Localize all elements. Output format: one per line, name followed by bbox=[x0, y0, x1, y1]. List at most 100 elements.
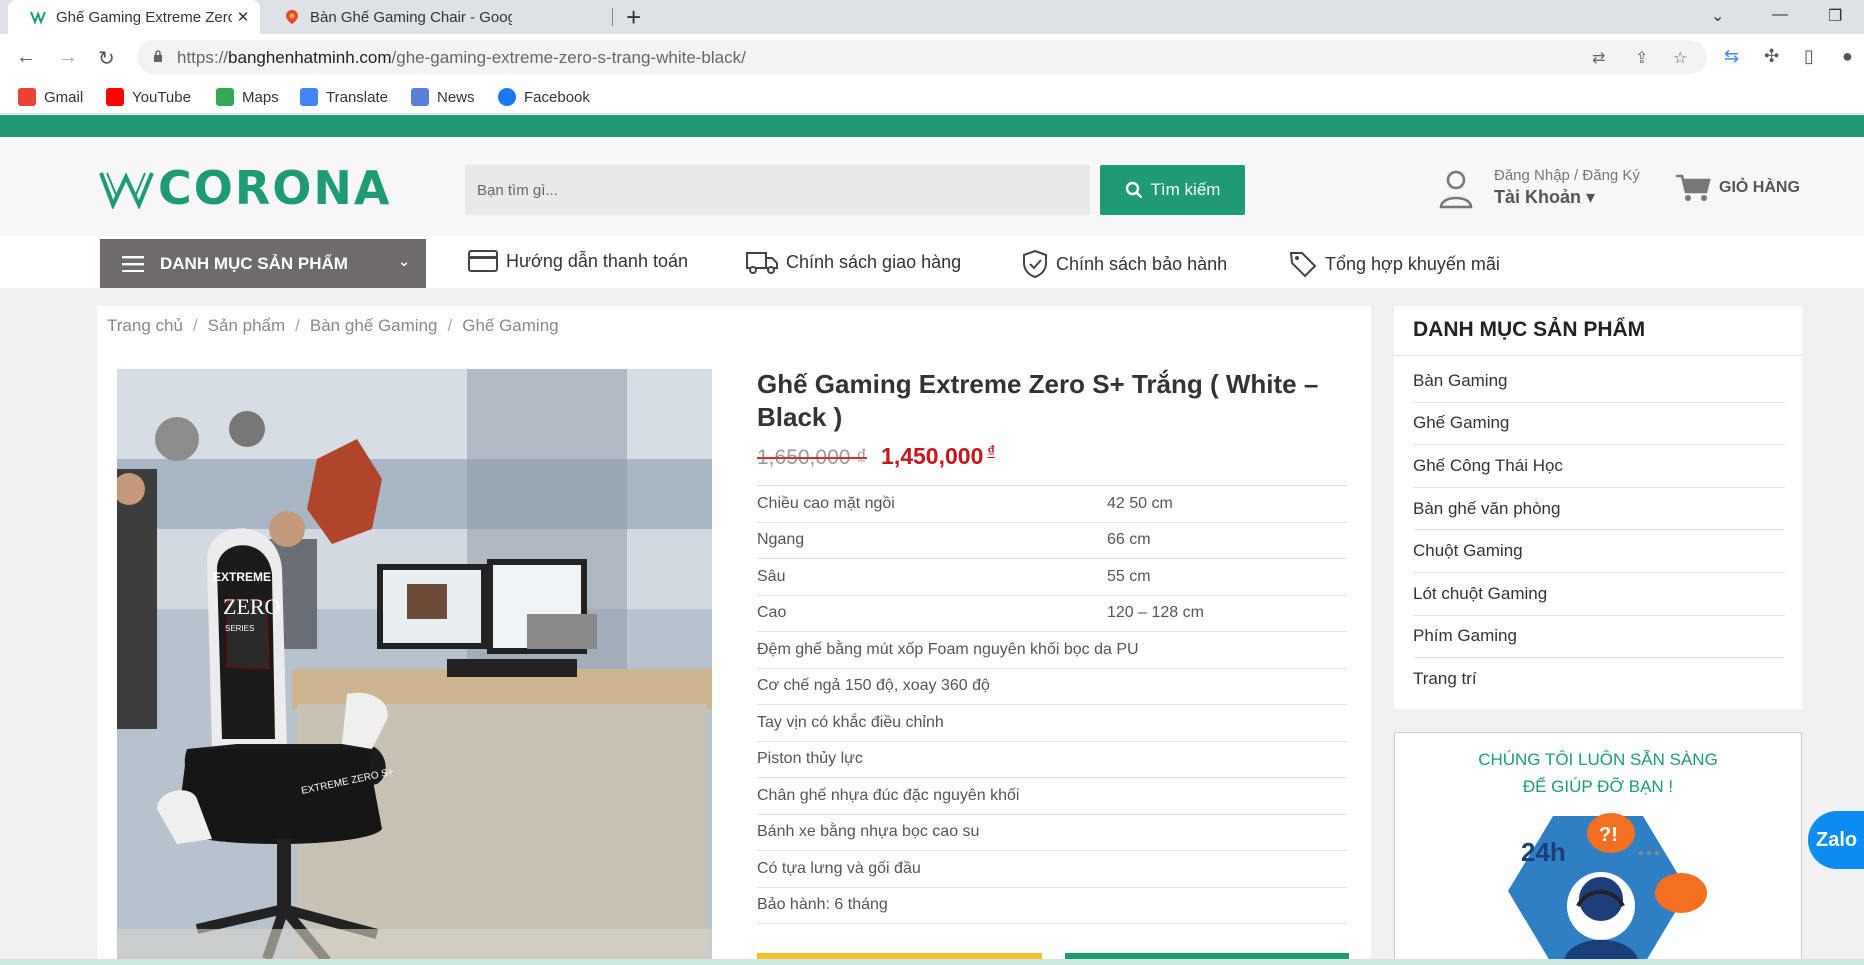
table-row: Bảo hành: 6 tháng bbox=[757, 888, 1347, 924]
breadcrumb-products[interactable]: Sản phẩm bbox=[208, 316, 286, 335]
category-sidebar: DANH MỤC SẢN PHẨM Bàn Gaming Ghế Gaming … bbox=[1394, 306, 1802, 709]
spec-key: Có tựa lưng và gối đầu bbox=[757, 859, 921, 877]
bottom-strip bbox=[0, 959, 1864, 965]
category-menu-button[interactable]: DANH MỤC SẢN PHẨM ⌄ bbox=[100, 239, 426, 288]
spec-key: Sâu bbox=[757, 567, 786, 585]
search-input[interactable] bbox=[465, 165, 1090, 215]
browser-tab-strip: Ghế Gaming Extreme Zero S+ Trắ ✕ Bàn Ghế… bbox=[0, 0, 1864, 34]
corona-logo[interactable]: CORONA bbox=[99, 161, 392, 215]
divider bbox=[1394, 355, 1802, 356]
bookmark-facebook[interactable]: Facebook bbox=[498, 88, 590, 106]
spec-key: Chiều cao mặt ngồi bbox=[757, 494, 895, 512]
reload-icon[interactable]: ↻ bbox=[98, 46, 115, 71]
hamburger-icon bbox=[122, 255, 144, 272]
sidebar-item-decor[interactable]: Trang trí bbox=[1413, 658, 1785, 701]
spec-value: 66 cm bbox=[1107, 531, 1151, 549]
bookmark-youtube[interactable]: YouTube bbox=[106, 88, 191, 106]
minimize-icon[interactable]: — bbox=[1772, 6, 1788, 24]
close-tab-icon[interactable]: ✕ bbox=[232, 8, 254, 26]
restore-window-icon[interactable]: ❐ bbox=[1828, 6, 1842, 26]
spec-key: Chân ghế nhựa đúc đặc nguyên khối bbox=[757, 786, 1020, 804]
chair-series-text: SERIES bbox=[225, 624, 254, 633]
tab-title: Ghế Gaming Extreme Zero S+ Trắ bbox=[56, 8, 232, 26]
nav-promotions[interactable]: Tổng hợp khuyến mãi bbox=[1289, 250, 1500, 278]
sidebar-item-gaming-mice[interactable]: Chuột Gaming bbox=[1413, 530, 1785, 573]
spec-key: Cơ chế ngả 150 độ, xoay 360 độ bbox=[757, 677, 990, 695]
nav-label: Hướng dẫn thanh toán bbox=[506, 250, 688, 271]
sidebar-heading: DANH MỤC SẢN PHẨM bbox=[1413, 318, 1646, 341]
chevron-down-icon: ⌄ bbox=[398, 253, 410, 269]
side-panel-icon[interactable]: ▯ bbox=[1804, 46, 1814, 67]
youtube-icon bbox=[106, 88, 124, 106]
sale-price: 1,450,000 ₫ bbox=[881, 443, 996, 469]
spec-key: Đệm ghế bằng mút xốp Foam nguyên khối bọ… bbox=[757, 640, 1139, 658]
bookmarks-bar: Gmail YouTube Maps Translate News Facebo… bbox=[0, 81, 1864, 114]
table-row: Bánh xe bằng nhựa bọc cao su bbox=[757, 815, 1347, 851]
nav-payment-guide[interactable]: Hướng dẫn thanh toán bbox=[468, 250, 688, 272]
bookmark-maps[interactable]: Maps bbox=[216, 88, 279, 106]
breadcrumb: Trang chủ / Sản phẩm / Bàn ghế Gaming / Ghế Ga… bbox=[107, 316, 559, 335]
nav-label: Chính sách bảo hành bbox=[1056, 253, 1228, 274]
sidebar-item-office-furniture[interactable]: Bàn ghế văn phòng bbox=[1413, 488, 1785, 531]
maps-icon bbox=[216, 88, 234, 106]
nav-shipping-policy[interactable]: Chính sách giao hàng bbox=[746, 250, 961, 274]
lock-icon bbox=[154, 50, 162, 62]
news-icon bbox=[411, 88, 429, 106]
nav-warranty-policy[interactable]: Chính sách bảo hành bbox=[1022, 250, 1227, 278]
translate-page-icon[interactable]: ⇄ bbox=[1592, 48, 1605, 68]
price-tag-icon bbox=[1289, 252, 1317, 278]
sidebar-item-gaming-desks[interactable]: Bàn Gaming bbox=[1413, 360, 1785, 403]
tab-title: Bàn Ghế Gaming Chair - Google bbox=[310, 8, 512, 26]
zalo-chat-button[interactable]: Zalo bbox=[1808, 811, 1864, 869]
bookmark-gmail[interactable]: Gmail bbox=[18, 88, 83, 106]
search-button[interactable]: Tìm kiếm bbox=[1100, 165, 1245, 215]
translate-icon bbox=[300, 88, 318, 106]
extensions-puzzle-icon[interactable]: ✣ bbox=[1764, 46, 1779, 67]
sidebar-item-mouse-pads[interactable]: Lót chuột Gaming bbox=[1413, 573, 1785, 616]
brand-name: CORONA bbox=[158, 161, 392, 215]
forward-arrow-icon[interactable]: → bbox=[58, 46, 78, 69]
login-register-link[interactable]: Đăng Nhập / Đăng Ký bbox=[1494, 167, 1640, 184]
google-translate-extension-icon[interactable]: ⇆ bbox=[1724, 46, 1739, 67]
delivery-truck-icon bbox=[746, 252, 778, 274]
product-image[interactable]: EXTREME ZERO SERIES EXTREME ZERO S+ bbox=[117, 369, 712, 965]
support-widget: CHÚNG TÔI LUÔN SẴN SÀNG ĐỂ GIÚP ĐỠ BẠN ! … bbox=[1394, 732, 1802, 965]
new-tab-plus-icon[interactable]: + bbox=[626, 4, 641, 30]
category-list: Bàn Gaming Ghế Gaming Ghế Công Thái Học … bbox=[1413, 360, 1785, 701]
profile-avatar-icon[interactable]: ● bbox=[1842, 46, 1853, 67]
chair-brand-text: EXTREME bbox=[213, 570, 271, 584]
breadcrumb-home[interactable]: Trang chủ bbox=[107, 316, 183, 335]
search-icon bbox=[1125, 181, 1142, 199]
address-bar[interactable]: https://banghenhatminh.com/ghe-gaming-ex… bbox=[137, 40, 1707, 74]
tab-search-chevron-icon[interactable]: ⌄ bbox=[1711, 6, 1724, 26]
tab-product-page[interactable]: Ghế Gaming Extreme Zero S+ Trắ ✕ bbox=[8, 0, 260, 34]
nav-label: Chính sách giao hàng bbox=[786, 251, 962, 272]
top-green-bar bbox=[0, 115, 1864, 137]
table-row: Ngang 66 cm bbox=[757, 523, 1347, 559]
bookmark-star-icon[interactable]: ☆ bbox=[1673, 48, 1687, 68]
tab-divider bbox=[612, 8, 613, 26]
sidebar-item-gaming-chairs[interactable]: Ghế Gaming bbox=[1413, 403, 1785, 446]
support-message: CHÚNG TÔI LUÔN SẴN SÀNG ĐỂ GIÚP ĐỠ BẠN ! bbox=[1478, 750, 1718, 796]
bookmark-translate[interactable]: Translate bbox=[300, 88, 388, 106]
breadcrumb-gaming-chairs[interactable]: Ghế Gaming bbox=[462, 316, 558, 335]
chair-logo-text: ZERO bbox=[223, 594, 280, 619]
back-arrow-icon[interactable]: ← bbox=[16, 46, 36, 69]
price-block: 1,650,000 ₫ 1,450,000 ₫ bbox=[757, 443, 995, 470]
account-label[interactable]: Tài Khoản ▾ bbox=[1494, 187, 1595, 208]
product-title: Ghế Gaming Extreme Zero S+ Trắng ( White… bbox=[757, 369, 1319, 432]
bookmark-news[interactable]: News bbox=[411, 88, 475, 106]
table-row: Có tựa lưng và gối đầu bbox=[757, 851, 1347, 888]
share-icon[interactable]: ⇪ bbox=[1635, 48, 1648, 68]
sidebar-item-ergonomic-chairs[interactable]: Ghế Công Thái Học bbox=[1413, 445, 1785, 488]
spec-value: 55 cm bbox=[1107, 567, 1151, 585]
badge-24h-text: 24h bbox=[1521, 837, 1566, 867]
main-navigation: DANH MỤC SẢN PHẨM ⌄ Hướng dẫn thanh toán… bbox=[0, 236, 1864, 288]
sidebar-item-gaming-keyboards[interactable]: Phím Gaming bbox=[1413, 616, 1785, 659]
nav-label: Tổng hợp khuyến mãi bbox=[1325, 253, 1500, 274]
cart-button[interactable]: GIỎ HÀNG bbox=[1675, 173, 1800, 203]
table-row: Chiều cao mặt ngồi 42 50 cm bbox=[757, 486, 1347, 523]
breadcrumb-gaming-furniture[interactable]: Bàn ghế Gaming bbox=[310, 316, 438, 335]
spec-key: Ngang bbox=[757, 531, 805, 549]
tab-google-maps[interactable]: Bàn Ghế Gaming Chair - Google bbox=[262, 0, 512, 34]
